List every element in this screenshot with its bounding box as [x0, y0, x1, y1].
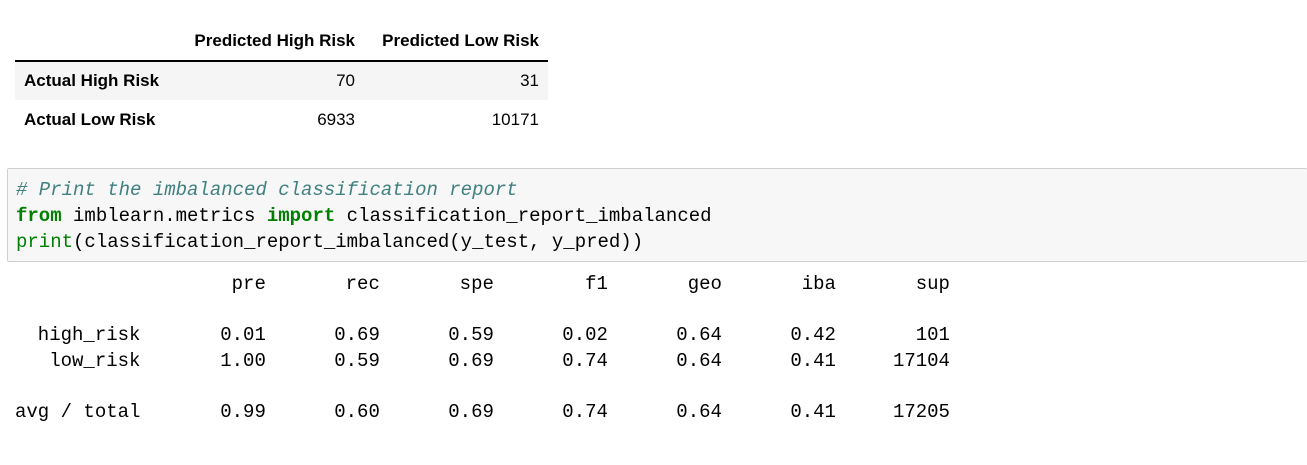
table-cell: 70 — [336, 71, 356, 90]
column-header: Predicted Low Risk — [364, 22, 548, 62]
keyword-from: from — [16, 205, 62, 227]
column-header: Predicted High Risk — [176, 22, 365, 62]
code-editor[interactable]: # Print the imbalanced classification re… — [16, 177, 712, 255]
table-cell: 6933 — [317, 109, 356, 129]
confusion-matrix-table: Predicted High Risk Predicted Low Risk A… — [15, 22, 548, 139]
builtin-print: print — [16, 231, 74, 253]
table-cell: 10171 — [491, 109, 539, 129]
code-comment: # Print the imbalanced classification re… — [16, 179, 518, 201]
table-row: Actual Low Risk 6933 10171 — [15, 100, 548, 139]
print-arguments: (classification_report_imbalanced(y_test… — [73, 231, 644, 253]
report-row-total: avg / total 0.99 0.60 0.69 0.74 0.64 0.4… — [15, 400, 950, 423]
keyword-import: import — [266, 205, 336, 227]
table-header-row: Predicted High Risk Predicted Low Risk — [15, 22, 548, 62]
report-row-high-risk: high_risk 0.01 0.69 0.59 0.02 0.64 0.42 … — [15, 324, 950, 346]
imported-name: classification_report_imbalanced — [335, 205, 712, 227]
corner-cell — [15, 22, 177, 62]
table-cell: 31 — [520, 71, 539, 90]
report-header: pre rec spe f1 geo iba sup — [15, 273, 950, 295]
module-name: imblearn.metrics — [61, 205, 267, 227]
row-label: Actual Low Risk — [24, 109, 156, 129]
report-row-low-risk: low_risk 1.00 0.59 0.69 0.74 0.64 0.41 1… — [15, 349, 950, 372]
confusion-matrix-table-container: Predicted High Risk Predicted Low Risk A… — [15, 22, 548, 139]
row-label: Actual High Risk — [24, 71, 160, 90]
code-cell-input[interactable]: # Print the imbalanced classification re… — [7, 168, 1307, 262]
classification-report-output: pre rec spe f1 geo iba sup high_risk 0.0… — [15, 272, 950, 425]
table-row: Actual High Risk 70 31 — [15, 61, 548, 100]
